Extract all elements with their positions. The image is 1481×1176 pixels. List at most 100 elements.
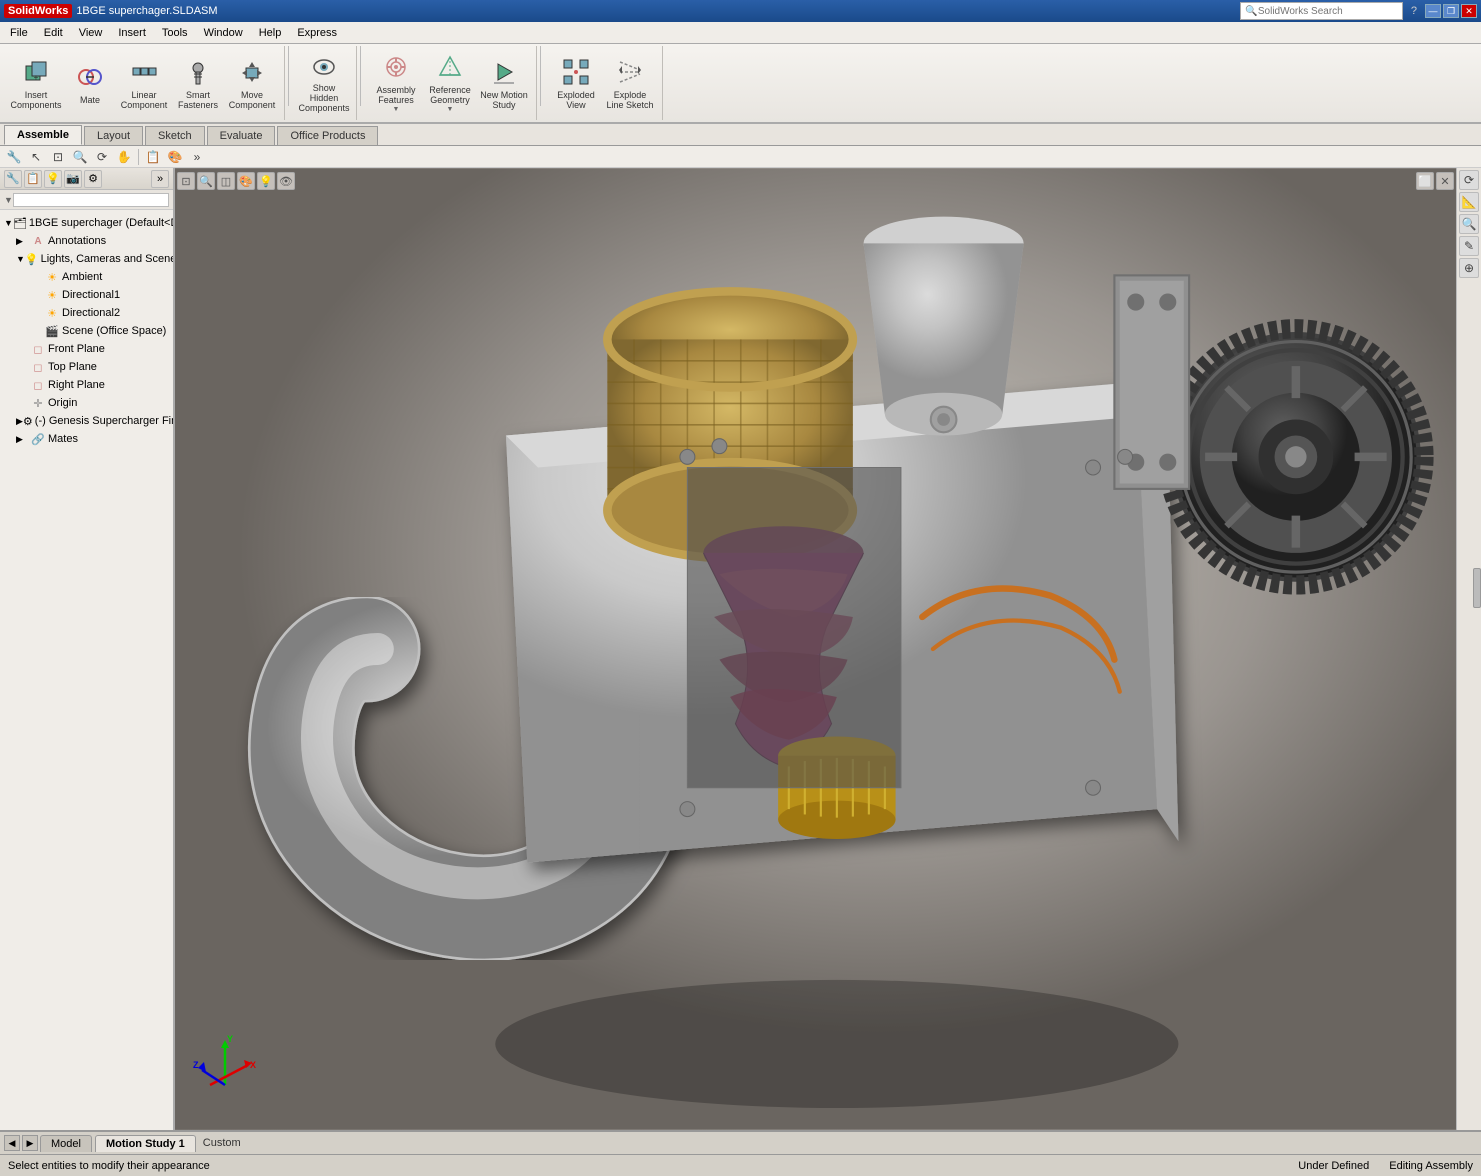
- dir1-label: Directional1: [62, 289, 120, 301]
- dir1-icon: ☀: [44, 287, 60, 303]
- vt-orient-button[interactable]: ⊡: [177, 172, 195, 190]
- show-hidden-button[interactable]: Show Hidden Components: [298, 49, 350, 117]
- close-button[interactable]: ✕: [1461, 4, 1477, 18]
- title-right: 🔍 ? — ❐ ✕: [1240, 2, 1477, 20]
- bottom-tab-motion-study[interactable]: Motion Study 1: [95, 1135, 196, 1152]
- main-toolbar: + Insert Components Mate: [0, 44, 1481, 124]
- rotate-button[interactable]: ⟳: [92, 148, 112, 166]
- panel-btn-2[interactable]: 📋: [24, 170, 42, 188]
- minimize-button[interactable]: —: [1425, 4, 1441, 18]
- assembly-features-dropdown[interactable]: ▼: [393, 106, 400, 114]
- panel-btn-3[interactable]: 💡: [44, 170, 62, 188]
- new-motion-study-button[interactable]: New Motion Study: [478, 49, 530, 117]
- tree-item-genesis[interactable]: ▶ ⚙ (-) Genesis Supercharger Final: [2, 412, 171, 430]
- vt-close-button[interactable]: ✕: [1436, 172, 1454, 190]
- tree-item-annotations[interactable]: ▶ A Annotations: [2, 232, 171, 250]
- panel-header: 🔧 📋 💡 📷 ⚙ »: [0, 168, 173, 190]
- menu-view[interactable]: View: [71, 25, 111, 41]
- window-title: 1BGE superchager.SLDASM: [76, 5, 217, 17]
- bottom-next-button[interactable]: ▶: [22, 1135, 38, 1151]
- tree-item-lights[interactable]: ▼ 💡 Lights, Cameras and Scene: [2, 250, 171, 268]
- vt-maximize-button[interactable]: ⬜: [1416, 172, 1434, 190]
- more-button[interactable]: »: [187, 148, 207, 166]
- 3d-viewport[interactable]: ⊡ 🔍 ◫ 🎨 💡 👁 ⬜ ✕: [175, 168, 1456, 1130]
- tab-office-products[interactable]: Office Products: [277, 126, 378, 145]
- vt-display-button[interactable]: 🎨: [237, 172, 255, 190]
- vt-section-button[interactable]: ◫: [217, 172, 235, 190]
- right-btn-4[interactable]: ✎: [1459, 236, 1479, 256]
- tab-layout[interactable]: Layout: [84, 126, 143, 145]
- right-btn-1[interactable]: ⟳: [1459, 170, 1479, 190]
- tree-item-directional2[interactable]: ☀ Directional2: [2, 304, 171, 322]
- 3d-model-view: [175, 168, 1456, 1130]
- vt-light-button[interactable]: 💡: [257, 172, 275, 190]
- filter-button[interactable]: 🔧: [4, 148, 24, 166]
- under-defined-status: Under Defined: [1298, 1160, 1369, 1172]
- mate-button[interactable]: Mate: [64, 49, 116, 117]
- menu-file[interactable]: File: [2, 25, 36, 41]
- tree-item-origin[interactable]: ✛ Origin: [2, 394, 171, 412]
- select-button[interactable]: ↖: [26, 148, 46, 166]
- pan-button[interactable]: ✋: [114, 148, 134, 166]
- tree-item-front-plane[interactable]: ◻ Front Plane: [2, 340, 171, 358]
- explode-line-icon: [614, 56, 646, 88]
- tree-item-ambient[interactable]: ☀ Ambient: [2, 268, 171, 286]
- bottom-tab-model[interactable]: Model: [40, 1135, 92, 1152]
- lights-label: Lights, Cameras and Scene: [41, 253, 173, 265]
- tab-evaluate[interactable]: Evaluate: [207, 126, 276, 145]
- exploded-view-button[interactable]: Exploded View: [550, 49, 602, 117]
- root-icon: 🗂: [13, 215, 27, 231]
- move-component-icon: [236, 56, 268, 88]
- search-box[interactable]: 🔍: [1240, 2, 1402, 20]
- exploded-view-label: Exploded View: [552, 91, 600, 111]
- linear-component-label: Linear Component: [120, 91, 168, 111]
- bottom-prev-button[interactable]: ◀: [4, 1135, 20, 1151]
- right-btn-3[interactable]: 🔍: [1459, 214, 1479, 234]
- tree-item-right-plane[interactable]: ◻ Right Plane: [2, 376, 171, 394]
- menu-help[interactable]: Help: [251, 25, 290, 41]
- insert-components-button[interactable]: + Insert Components: [10, 49, 62, 117]
- menu-insert[interactable]: Insert: [110, 25, 154, 41]
- display-state-button[interactable]: 🎨: [165, 148, 185, 166]
- search-icon: 🔍: [1245, 6, 1257, 17]
- explode-line-button[interactable]: Explode Line Sketch: [604, 49, 656, 117]
- assembly-features-button[interactable]: Assembly Features ▼: [370, 49, 422, 117]
- menu-express[interactable]: Express: [289, 25, 345, 41]
- zoom-fit-button[interactable]: ⊡: [48, 148, 68, 166]
- right-btn-2[interactable]: 📐: [1459, 192, 1479, 212]
- smart-fasteners-button[interactable]: Smart Fasteners: [172, 49, 224, 117]
- tree-item-scene[interactable]: 🎬 Scene (Office Space): [2, 322, 171, 340]
- tree-item-mates[interactable]: ▶ 🔗 Mates: [2, 430, 171, 448]
- panel-btn-1[interactable]: 🔧: [4, 170, 22, 188]
- restore-button[interactable]: ❐: [1443, 4, 1459, 18]
- vt-hide-button[interactable]: 👁: [277, 172, 295, 190]
- move-component-button[interactable]: Move Component: [226, 49, 278, 117]
- feature-tree-panel: 🔧 📋 💡 📷 ⚙ » ▼ ▼ 🗂 1BGE superchager (Defa…: [0, 168, 175, 1130]
- status-message: Select entities to modify their appearan…: [8, 1160, 1298, 1172]
- panel-btn-4[interactable]: 📷: [64, 170, 82, 188]
- tree-item-directional1[interactable]: ☀ Directional1: [2, 286, 171, 304]
- tree-filter-input[interactable]: [13, 193, 169, 207]
- tab-sketch[interactable]: Sketch: [145, 126, 205, 145]
- panel-expand[interactable]: »: [151, 170, 169, 188]
- linear-component-button[interactable]: Linear Component: [118, 49, 170, 117]
- tab-assemble[interactable]: Assemble: [4, 125, 82, 145]
- menu-tools[interactable]: Tools: [154, 25, 196, 41]
- menu-window[interactable]: Window: [196, 25, 251, 41]
- mate-label: Mate: [80, 96, 100, 106]
- vt-zoom-button[interactable]: 🔍: [197, 172, 215, 190]
- tree-item-top-plane[interactable]: ◻ Top Plane: [2, 358, 171, 376]
- reference-geometry-button[interactable]: Reference Geometry ▼: [424, 49, 476, 117]
- panel-btn-5[interactable]: ⚙: [84, 170, 102, 188]
- menu-edit[interactable]: Edit: [36, 25, 71, 41]
- mate-icon: [74, 61, 106, 93]
- tree-root-item[interactable]: ▼ 🗂 1BGE superchager (Default<Displ...: [2, 214, 171, 232]
- right-btn-5[interactable]: ⊕: [1459, 258, 1479, 278]
- reference-geometry-dropdown[interactable]: ▼: [447, 106, 454, 114]
- search-input[interactable]: [1258, 6, 1398, 17]
- tab-bar: Assemble Layout Sketch Evaluate Office P…: [0, 124, 1481, 146]
- model-tree-toggle[interactable]: 📋: [143, 148, 163, 166]
- zoom-area-button[interactable]: 🔍: [70, 148, 90, 166]
- help-icon[interactable]: ?: [1411, 5, 1417, 17]
- new-motion-study-label: New Motion Study: [480, 91, 528, 111]
